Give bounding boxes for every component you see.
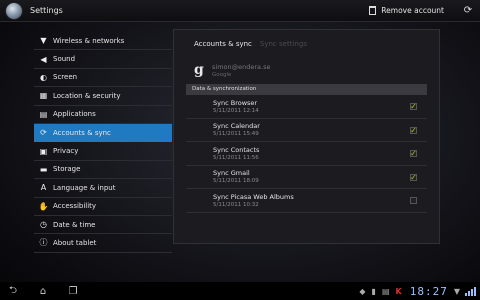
remove-account-label: Remove account xyxy=(381,6,444,15)
sidebar-item-label: Language & input xyxy=(53,183,116,192)
brightness-icon: ◐ xyxy=(40,72,47,82)
sync-item-date: 5/11/2011 12:14 xyxy=(213,107,259,114)
sidebar-item-label: Sound xyxy=(53,55,76,64)
sync-item-name: Sync Calendar xyxy=(213,122,260,131)
accounts-panel: Accounts & sync Sync settings g simon@en… xyxy=(173,29,440,244)
sidebar-item-label: Applications xyxy=(53,110,96,119)
checkbox-checked-icon[interactable]: ✓ xyxy=(410,173,417,181)
sync-item[interactable]: Sync Browser 5/11/2011 12:14 ✓ xyxy=(186,95,427,119)
clock-icon: ◷ xyxy=(40,220,47,230)
sidebar-item-label: Privacy xyxy=(53,147,79,156)
sidebar-item[interactable]: ◐ Screen xyxy=(34,69,172,88)
sidebar-item[interactable]: ▬ Storage xyxy=(34,161,172,180)
checkbox-checked-icon[interactable]: ✓ xyxy=(410,126,417,134)
tab-sync-settings[interactable]: Sync settings xyxy=(260,40,307,48)
sync-item-text: Sync Contacts 5/11/2011 11:56 xyxy=(213,146,259,161)
sidebar-item[interactable]: ▼ Wireless & networks xyxy=(34,32,172,51)
recent-apps-icon[interactable]: ❐ xyxy=(66,286,80,297)
action-bar: Settings Remove account ⟳ xyxy=(0,0,480,22)
sidebar-item[interactable]: ✋ Accessibility xyxy=(34,198,172,216)
panel-tabs: Accounts & sync Sync settings xyxy=(174,30,439,58)
sync-item[interactable]: Sync Gmail 5/11/2011 18:09 ✓ xyxy=(186,166,427,189)
hand-icon: ✋ xyxy=(38,201,49,211)
checkbox-checked-icon[interactable]: ✓ xyxy=(410,103,417,111)
lock-icon: ▣ xyxy=(39,146,48,156)
sync-item-text: Sync Browser 5/11/2011 12:14 xyxy=(213,99,259,114)
section-header: Data & synchronization xyxy=(186,84,427,95)
sync-list: Sync Browser 5/11/2011 12:14 ✓ Sync Calenda… xyxy=(174,95,439,213)
sync-item-text: Sync Gmail 5/11/2011 18:09 xyxy=(213,169,259,184)
sidebar-item-label: Date & time xyxy=(53,220,96,229)
sidebar-item[interactable]: ⟳ Accounts & sync xyxy=(34,123,172,143)
battery-icon xyxy=(464,286,476,296)
android-icon: ◆ xyxy=(359,286,366,296)
app-notification-icon: K xyxy=(395,286,402,296)
google-g-icon: g xyxy=(194,62,204,78)
sidebar-item[interactable]: ▦ Location & security xyxy=(34,87,172,106)
sync-item[interactable]: Sync Contacts 5/11/2011 11:56 ✓ xyxy=(186,142,427,166)
sidebar-item[interactable]: ▤ Applications xyxy=(34,106,172,124)
tab-accounts-sync[interactable]: Accounts & sync xyxy=(194,40,252,48)
home-icon[interactable]: ⌂ xyxy=(36,286,50,297)
language-icon: A xyxy=(40,183,47,193)
clock: 18:27 xyxy=(409,284,448,298)
sync-item-date: 5/11/2011 11:56 xyxy=(213,154,259,161)
back-icon[interactable]: ⮌ xyxy=(6,283,20,300)
apps-icon: ▤ xyxy=(39,109,48,119)
sync-item-name: Sync Browser xyxy=(213,98,258,107)
checkbox-unchecked-icon[interactable] xyxy=(410,197,417,204)
notification-icon: ▤ xyxy=(381,286,390,296)
sidebar-item-label: Accessibility xyxy=(53,202,97,211)
account-type: Google xyxy=(212,71,232,78)
app-title: Settings xyxy=(30,6,63,15)
account-header[interactable]: g simon@endera.se Google xyxy=(174,58,439,82)
grid-icon: ▦ xyxy=(39,91,48,101)
settings-category-list: ▼ Wireless & networks ◀ Sound ◐ Screen ▦ Locati… xyxy=(34,32,172,253)
sidebar-item-label: Accounts & sync xyxy=(53,128,111,137)
sidebar-item-label: Screen xyxy=(53,73,78,82)
sync-item-date: 5/11/2011 15:49 xyxy=(213,131,259,138)
sidebar-item-label: Wireless & networks xyxy=(53,36,125,45)
sd-card-icon: ▮ xyxy=(371,286,376,296)
storage-icon: ▬ xyxy=(39,164,48,174)
sync-item-text: Sync Calendar 5/11/2011 15:49 xyxy=(213,122,260,137)
sidebar-item-label: Location & security xyxy=(53,91,121,100)
sync-item-date: 5/11/2011 18:09 xyxy=(213,178,259,185)
sync-item[interactable]: Sync Calendar 5/11/2011 15:49 ✓ xyxy=(186,119,427,142)
sidebar-item-label: Storage xyxy=(53,165,81,174)
sidebar-item-label: About tablet xyxy=(53,238,97,247)
settings-app-icon[interactable] xyxy=(6,2,22,19)
account-email: simon@endera.se xyxy=(212,62,271,71)
trash-icon xyxy=(369,6,377,15)
checkbox-checked-icon[interactable]: ✓ xyxy=(410,150,417,158)
status-tray[interactable]: ◆ ▮ ▤ K 18:27 ▼ xyxy=(353,285,476,298)
sync-item-date: 5/11/2011 10:32 xyxy=(213,201,259,208)
sync-item[interactable]: Sync Picasa Web Albums 5/11/2011 10:32 xyxy=(186,189,427,213)
sidebar-item[interactable]: ▣ Privacy xyxy=(34,142,172,161)
sidebar-item[interactable]: ◀ Sound xyxy=(34,50,172,69)
sidebar-item[interactable]: A Language & input xyxy=(34,179,172,198)
settings-screen: Settings Remove account ⟳ ▼ Wireless & ne… xyxy=(0,0,480,300)
sidebar-item[interactable]: ◷ Date & time xyxy=(34,216,172,235)
info-icon: ⓘ xyxy=(39,238,48,248)
system-bar: ⮌ ⌂ ❐ ◆ ▮ ▤ K 18:27 ▼ xyxy=(0,282,480,300)
sidebar-item[interactable]: ⓘ About tablet xyxy=(34,234,172,253)
sync-item-name: Sync Picasa Web Albums xyxy=(213,192,294,201)
sync-icon: ⟳ xyxy=(40,128,47,138)
sync-item-name: Sync Contacts xyxy=(213,145,260,154)
wifi-icon: ▼ xyxy=(40,36,47,46)
speaker-icon: ◀ xyxy=(40,54,47,64)
sync-item-name: Sync Gmail xyxy=(213,169,250,178)
sync-item-text: Sync Picasa Web Albums 5/11/2011 10:32 xyxy=(213,193,294,208)
wifi-status-icon: ▼ xyxy=(453,286,460,296)
sync-now-icon[interactable]: ⟳ xyxy=(462,5,474,17)
remove-account-button[interactable]: Remove account xyxy=(369,6,444,15)
